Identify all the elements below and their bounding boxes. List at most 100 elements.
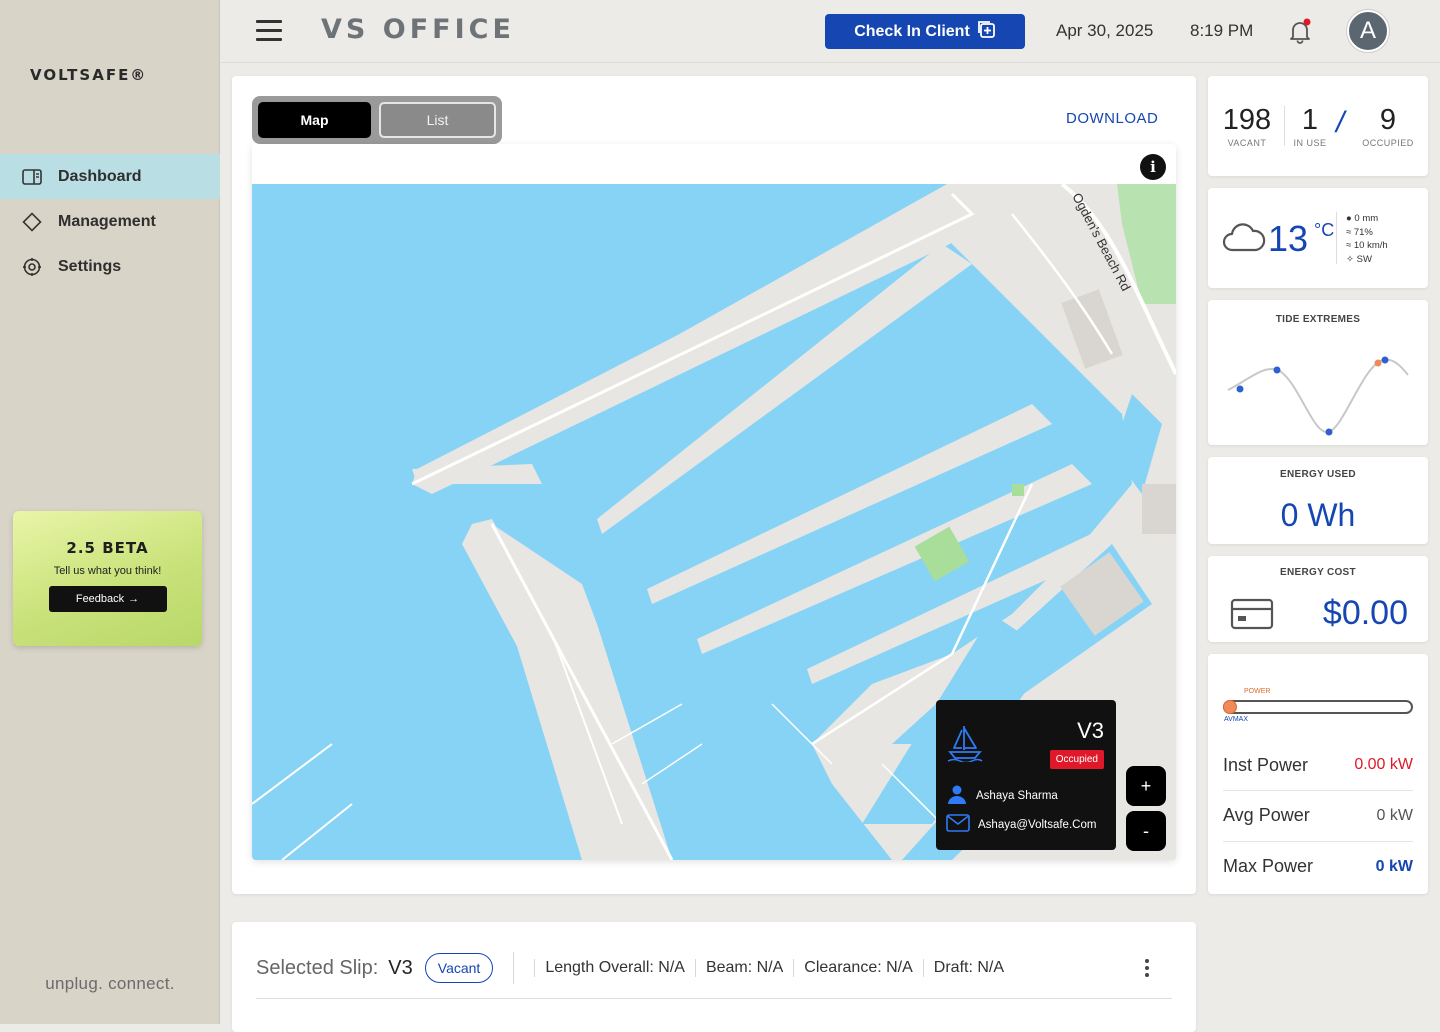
max-power-label: Max Power xyxy=(1223,856,1314,876)
inst-power-row: Inst Power 0.00 kW xyxy=(1223,740,1413,790)
tide-point xyxy=(1236,385,1244,393)
temperature-value: 13 xyxy=(1268,218,1309,259)
check-in-client-button[interactable]: Check In Client xyxy=(825,14,1025,49)
vacant-stat: 198 VACANT xyxy=(1218,104,1276,149)
sidebar-item-label: Management xyxy=(58,212,156,230)
sidebar-nav: Dashboard Management Settings xyxy=(0,154,220,289)
divider xyxy=(256,998,1172,999)
hamburger-menu-icon[interactable] xyxy=(256,20,282,41)
slip-popup[interactable]: V3 Occupied Ashaya Sharma Ashaya@Voltsaf… xyxy=(936,700,1116,850)
power-card: POWER AVMAX Inst Power 0.00 kW Avg Power… xyxy=(1208,654,1428,894)
zoom-out-button[interactable]: - xyxy=(1126,811,1166,851)
weather-details: ● 0 mm ≈ 71% ≈ 10 km/h ✧ SW xyxy=(1346,212,1388,266)
vacant-count: 198 xyxy=(1222,104,1272,136)
tide-point xyxy=(1273,366,1281,374)
popup-status-badge: Occupied xyxy=(1049,750,1104,769)
weather-card: 13 °C ● 0 mm ≈ 71% ≈ 10 km/h ✧ SW xyxy=(1208,188,1428,288)
tide-current-point xyxy=(1374,359,1382,367)
feedback-label: Feedback xyxy=(75,593,125,605)
divider xyxy=(513,952,515,984)
top-header: VS OFFICE Check In Client Apr 30, 2025 8… xyxy=(221,0,1440,63)
avg-power-value: 0 kW xyxy=(1376,806,1413,824)
diamond-icon xyxy=(22,211,42,232)
energy-cost-value: $0.00 xyxy=(1322,594,1408,632)
inst-power-value: 0.00 kW xyxy=(1354,756,1413,773)
power-bar xyxy=(1223,700,1413,714)
energy-cost-title: ENERGY COST xyxy=(1280,567,1356,578)
draft-attr: Draft: N/A xyxy=(922,959,1014,977)
cloud-icon xyxy=(1222,222,1266,257)
check-in-label: Check In Client xyxy=(854,22,970,40)
dashboard-icon xyxy=(22,167,42,187)
mail-icon xyxy=(946,814,970,835)
selected-slip-label: Selected Slip: xyxy=(256,956,379,979)
avg-power-row: Avg Power 0 kW xyxy=(1223,790,1413,840)
map-toolbar: i xyxy=(252,144,1176,184)
stats-separator: / xyxy=(1336,106,1345,139)
voltsafe-logo: VOLTSAFE® xyxy=(30,66,148,84)
tide-point xyxy=(1381,356,1389,364)
humidity-value: 71% xyxy=(1353,226,1373,238)
tab-map[interactable]: Map xyxy=(258,102,371,138)
popup-slip-id: V3 xyxy=(1077,718,1104,743)
download-link[interactable]: DOWNLOAD xyxy=(1066,110,1158,127)
user-avatar[interactable]: A xyxy=(1347,10,1389,52)
gear-icon xyxy=(22,257,42,277)
power-bar-knob xyxy=(1223,700,1237,714)
sidebar: VOLTSAFE® Dashboard Management Settings … xyxy=(0,0,220,1024)
max-power-value: 0 kW xyxy=(1375,857,1413,875)
more-options-icon[interactable] xyxy=(1144,958,1150,978)
humidity-icon: ≈ xyxy=(1346,226,1352,238)
inst-power-label: Inst Power xyxy=(1223,754,1309,775)
power-bar-bottom-label: AVMAX xyxy=(1224,716,1248,723)
energy-used-title: ENERGY USED xyxy=(1280,469,1356,480)
slip-status-badge: Vacant xyxy=(424,953,494,983)
popup-name-row: Ashaya Sharma xyxy=(946,784,1058,807)
sidebar-item-dashboard[interactable]: Dashboard xyxy=(0,154,220,199)
sidebar-item-label: Settings xyxy=(58,257,122,275)
compass-icon: ✧ xyxy=(1346,253,1354,265)
avg-power-label: Avg Power xyxy=(1223,805,1310,825)
clearance-attr: Clearance: N/A xyxy=(793,959,923,977)
popup-client-name: Ashaya Sharma xyxy=(976,789,1058,802)
wind-icon: ≈ xyxy=(1346,240,1352,251)
credit-card-icon xyxy=(1230,598,1274,635)
wind-direction-value: SW xyxy=(1356,253,1372,265)
info-icon[interactable]: i xyxy=(1140,154,1166,180)
in-use-label: IN USE xyxy=(1293,138,1327,148)
temperature-unit: °C xyxy=(1314,220,1335,240)
tide-card: TIDE EXTREMES xyxy=(1208,300,1428,445)
tab-list[interactable]: List xyxy=(379,102,496,138)
beam-attr: Beam: N/A xyxy=(694,959,793,977)
occupied-count: 9 xyxy=(1379,104,1397,136)
in-use-count: 1 xyxy=(1301,104,1319,136)
max-power-row: Max Power 0 kW xyxy=(1223,841,1413,891)
beta-title: 2.5 BETA xyxy=(66,539,149,557)
power-bar-top-label: POWER xyxy=(1244,688,1271,695)
map-card: Map List DOWNLOAD i Ogden's Beach Rd V3 … xyxy=(232,76,1196,894)
selected-slip-row: Selected Slip: V3 Vacant Length Overall:… xyxy=(256,950,1014,986)
notification-bell-icon[interactable] xyxy=(1286,17,1314,45)
rain-drop-icon: ● xyxy=(1346,213,1352,224)
in-use-stat: 1 IN USE xyxy=(1288,104,1332,149)
weather-divider xyxy=(1336,212,1337,264)
selected-slip-card: Selected Slip: V3 Vacant Length Overall:… xyxy=(232,922,1196,1032)
popup-client-email: Ashaya@Voltsafe.Com xyxy=(978,818,1097,831)
zoom-in-button[interactable]: + xyxy=(1126,766,1166,806)
feedback-button[interactable]: Feedback → xyxy=(48,586,167,612)
vacant-label: VACANT xyxy=(1227,138,1267,148)
person-icon xyxy=(946,784,968,807)
length-overall-attr: Length Overall: N/A xyxy=(534,959,695,977)
beta-subtitle: Tell us what you think! xyxy=(53,565,162,577)
energy-cost-card: ENERGY COST $0.00 xyxy=(1208,556,1428,642)
selected-slip-value: V3 xyxy=(388,956,413,979)
sidebar-item-management[interactable]: Management xyxy=(0,199,220,244)
sidebar-item-label: Dashboard xyxy=(58,167,142,185)
tide-curve-chart xyxy=(1227,356,1409,436)
sailboat-icon xyxy=(946,722,984,764)
sidebar-item-settings[interactable]: Settings xyxy=(0,244,220,289)
current-date: Apr 30, 2025 xyxy=(1056,21,1154,40)
precipitation-value: 0 mm xyxy=(1354,213,1379,224)
marina-map[interactable]: i Ogden's Beach Rd V3 Occupied Ashaya Sh… xyxy=(252,144,1176,860)
energy-used-card: ENERGY USED 0 Wh xyxy=(1208,457,1428,544)
